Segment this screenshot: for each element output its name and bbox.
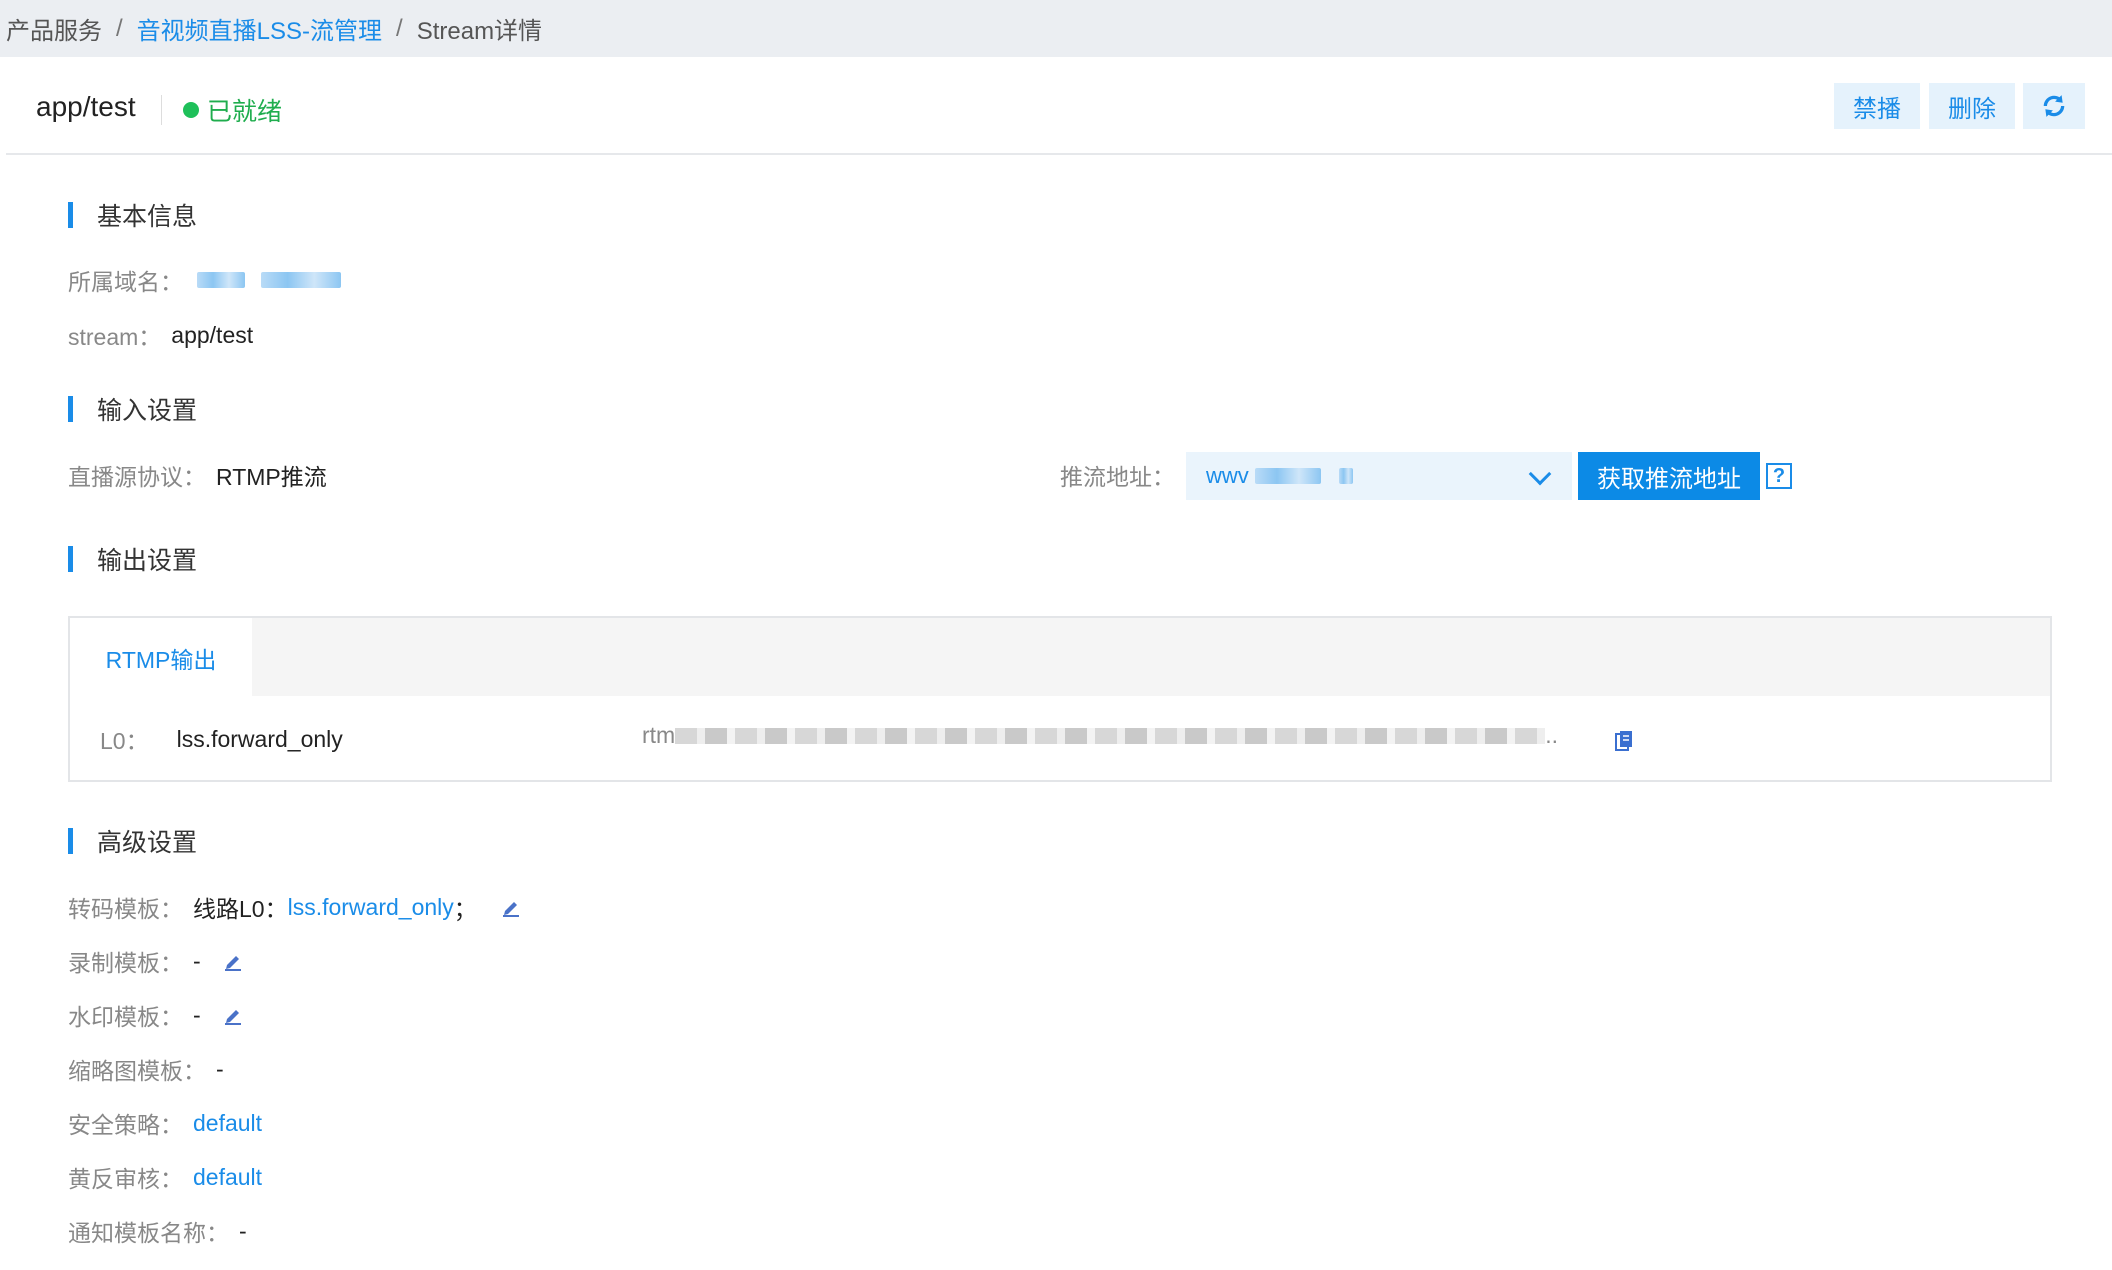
chevron-down-icon <box>1528 462 1552 486</box>
row-watermark: 水印模板： - <box>68 998 243 1032</box>
tab-rtmp-output[interactable]: RTMP输出 <box>70 618 252 698</box>
watermark-label: 水印模板： <box>68 1004 183 1030</box>
help-icon[interactable]: ? <box>1766 463 1792 489</box>
row-thumbnail: 缩略图模板： - <box>68 1052 224 1086</box>
delete-button[interactable]: 删除 <box>1929 83 2015 129</box>
refresh-button[interactable] <box>2023 83 2085 129</box>
protocol-value: RTMP推流 <box>216 464 327 490</box>
section-title-output: 输出设置 <box>68 541 197 577</box>
row-security: 安全策略： default <box>68 1106 262 1140</box>
refresh-icon <box>2043 95 2065 117</box>
push-url-redacted <box>1254 468 1321 484</box>
transcode-template-link[interactable]: lss.forward_only <box>288 894 454 921</box>
push-url-redacted <box>1338 468 1353 484</box>
edit-icon[interactable] <box>501 897 521 917</box>
status-text: 已就绪 <box>207 98 283 126</box>
section-title-basic: 基本信息 <box>68 197 197 233</box>
domain-redacted <box>261 272 341 288</box>
edit-icon[interactable] <box>223 1005 243 1025</box>
output-url-ellipsis: .. <box>1545 722 1558 748</box>
security-policy-link[interactable]: default <box>193 1110 262 1137</box>
transcode-label: 转码模板： <box>68 896 183 922</box>
section-bar <box>68 546 73 572</box>
breadcrumb-item-stream-detail: Stream详情 <box>416 18 543 45</box>
output-url-prefix: rtm <box>642 722 676 748</box>
get-push-url-button[interactable]: 获取推流地址 <box>1578 452 1760 500</box>
output-url-redacted <box>675 727 1546 744</box>
page-title: app/test <box>36 91 136 122</box>
security-label: 安全策略： <box>68 1112 183 1138</box>
output-url: rtm .. <box>642 722 1558 749</box>
row-record: 录制模板： - <box>68 944 243 978</box>
section-title-text: 输入设置 <box>97 397 198 425</box>
status-badge: 已就绪 <box>183 92 282 128</box>
section-bar <box>68 396 73 422</box>
protocol-label: 直播源协议： <box>68 464 206 490</box>
section-bar <box>68 202 73 228</box>
row-stream: stream： app/test <box>68 318 253 352</box>
section-title-input: 输入设置 <box>68 391 197 427</box>
watermark-value: - <box>193 1001 201 1028</box>
record-value: - <box>193 947 201 974</box>
row-transcode: 转码模板： 线路L0： lss.forward_only ； <box>68 890 521 924</box>
section-title-text: 输出设置 <box>97 547 198 575</box>
tab-strip <box>70 618 2050 696</box>
status-dot-icon <box>183 102 199 118</box>
row-domain: 所属域名： <box>68 263 341 297</box>
thumbnail-label: 缩略图模板： <box>68 1058 206 1084</box>
copy-icon[interactable] <box>1615 730 1633 752</box>
row-notify: 通知模板名称： - <box>68 1214 247 1248</box>
output-row-template: lss.forward_only <box>176 725 343 752</box>
section-bar <box>68 828 73 854</box>
title-divider <box>161 95 162 125</box>
breadcrumb-separator: / <box>116 14 123 42</box>
breadcrumb-item-products[interactable]: 产品服务 <box>6 11 102 46</box>
breadcrumb-separator: / <box>396 14 403 42</box>
notify-value: - <box>239 1217 247 1244</box>
ban-button[interactable]: 禁播 <box>1834 83 1920 129</box>
detail-panel: app/test 已就绪 禁播 删除 基本信息 所属域名： stream： ap… <box>6 57 2112 1270</box>
row-porn-review: 黄反审核： default <box>68 1160 262 1194</box>
transcode-prefix: 线路L0： <box>193 896 288 922</box>
stream-value: app/test <box>171 321 254 348</box>
output-tabs-panel: RTMP输出 L0： lss.forward_only rtm .. <box>68 616 2052 782</box>
push-url-select[interactable]: wwv <box>1186 452 1572 500</box>
output-row-label: L0： <box>100 728 149 754</box>
edit-icon[interactable] <box>223 951 243 971</box>
output-row: L0： lss.forward_only <box>100 722 343 756</box>
domain-label: 所属域名： <box>68 269 183 295</box>
stream-label: stream： <box>68 324 162 350</box>
record-label: 录制模板： <box>68 950 183 976</box>
row-push-label: 推流地址： <box>1060 458 1175 492</box>
breadcrumb: 产品服务 / 音视频直播LSS-流管理 / Stream详情 <box>0 0 2112 57</box>
push-url-label: 推流地址： <box>1060 464 1175 490</box>
porn-review-label: 黄反审核： <box>68 1166 183 1192</box>
breadcrumb-item-stream-manage[interactable]: 音视频直播LSS-流管理 <box>137 11 382 46</box>
domain-redacted <box>197 272 245 288</box>
thumbnail-value: - <box>216 1055 224 1082</box>
push-url-select-value: wwv <box>1206 463 1249 488</box>
section-title-advanced: 高级设置 <box>68 823 197 859</box>
porn-review-link[interactable]: default <box>193 1164 262 1191</box>
section-title-text: 基本信息 <box>97 203 198 231</box>
page-header: app/test 已就绪 禁播 删除 <box>6 57 2112 155</box>
notify-label: 通知模板名称： <box>68 1220 229 1246</box>
transcode-suffix: ； <box>453 896 477 922</box>
section-title-text: 高级设置 <box>97 829 198 857</box>
row-protocol: 直播源协议： RTMP推流 <box>68 458 327 492</box>
